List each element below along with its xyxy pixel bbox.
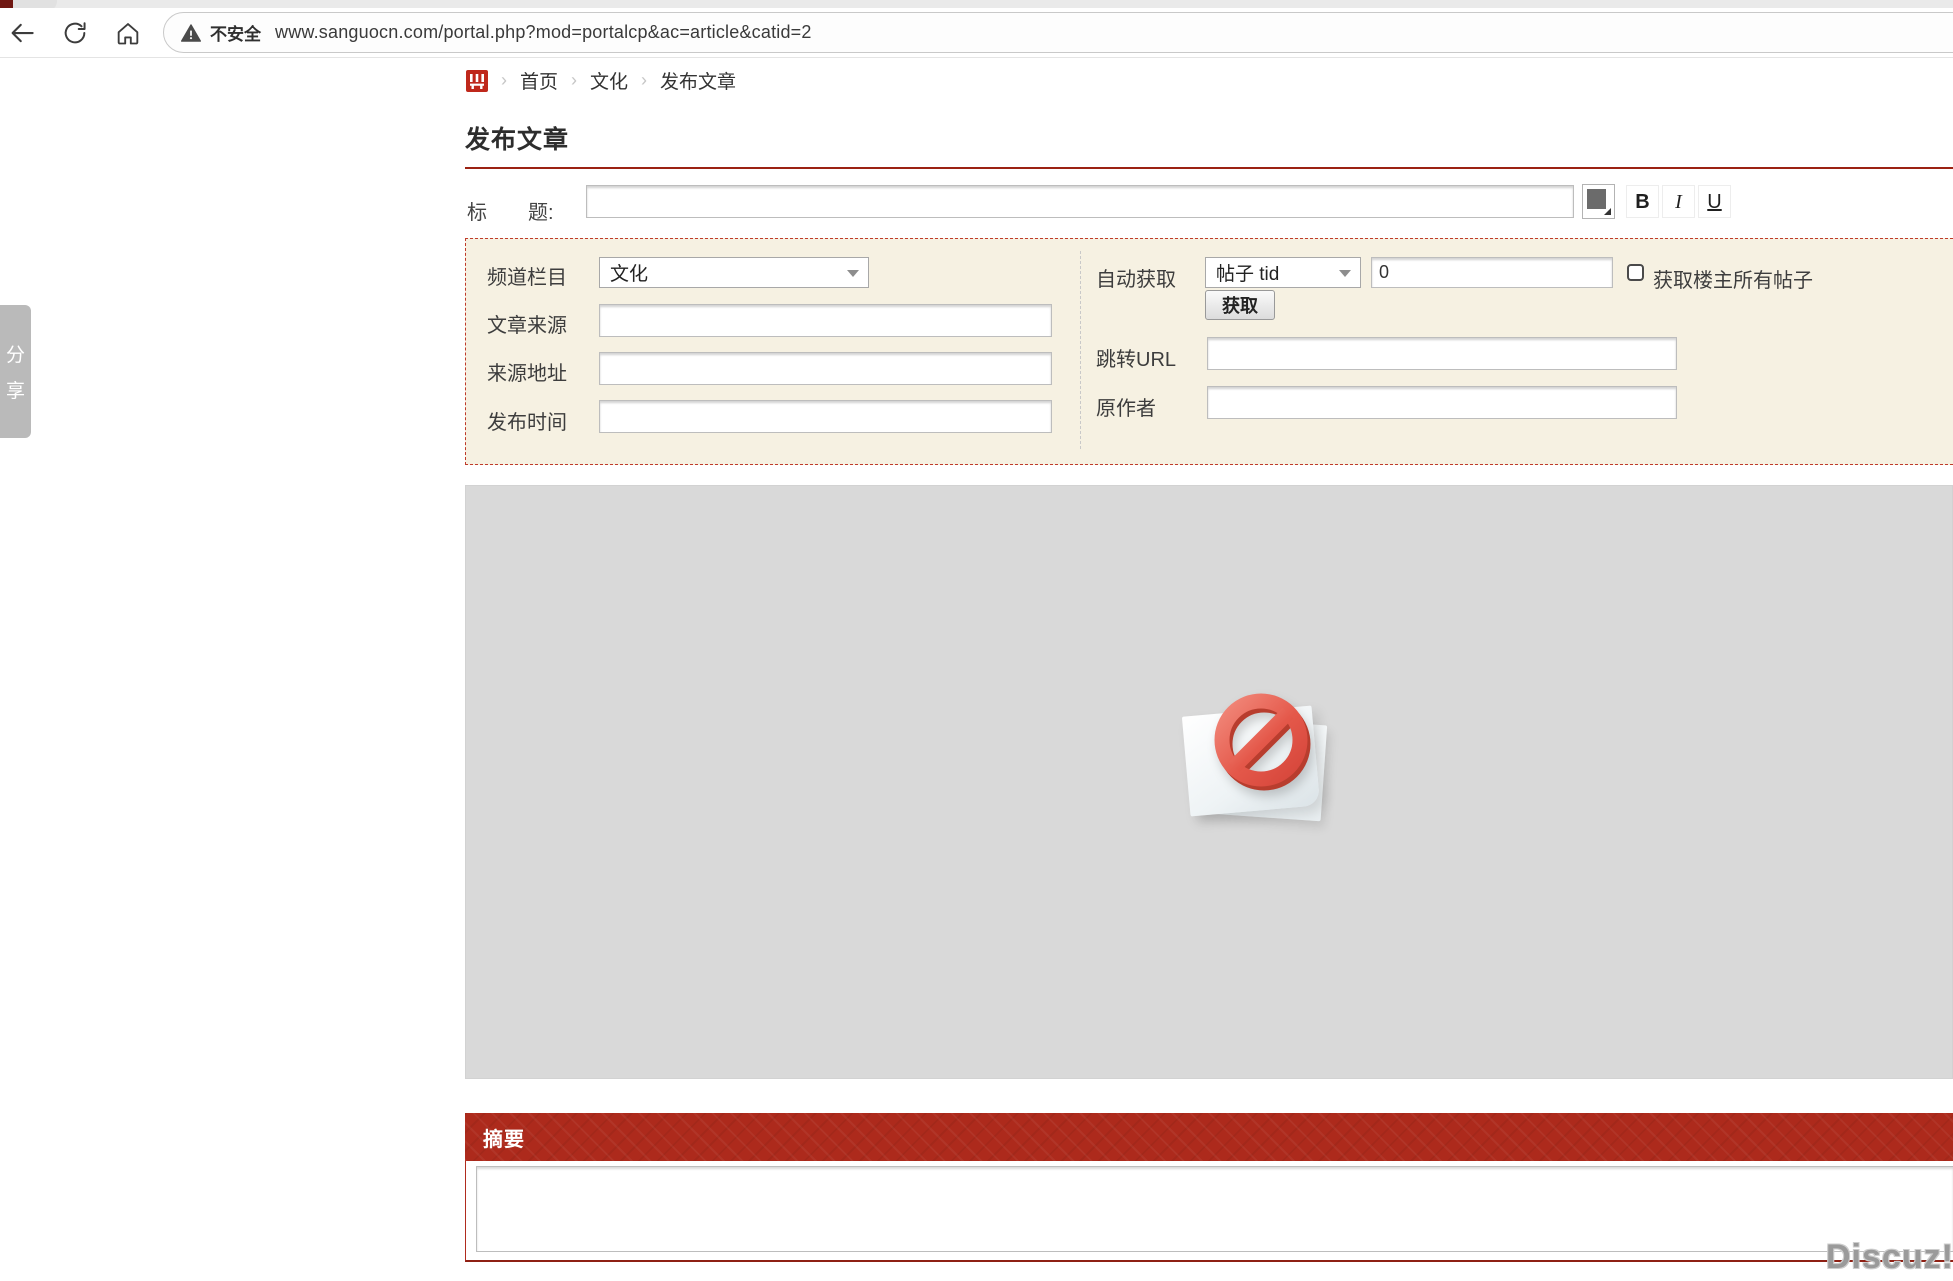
home-icon [114, 19, 142, 47]
redirect-url-label: 跳转URL [1096, 343, 1176, 372]
source-url-label: 来源地址 [487, 357, 567, 386]
summary-body [465, 1161, 1953, 1262]
breadcrumb-separator: › [571, 70, 577, 91]
share-tab-char: 享 [6, 376, 25, 403]
channel-label: 频道栏目 [487, 261, 567, 290]
article-meta-panel: 频道栏目 文化 文章来源 来源地址 发布时间 自动获取 帖子 tid 获取楼主所… [465, 238, 1953, 465]
breadcrumb-separator: › [501, 70, 507, 91]
auto-fetch-label: 自动获取 [1096, 263, 1176, 292]
security-label: 不安全 [210, 20, 261, 45]
refresh-icon [61, 19, 89, 47]
browser-window: 不安全 www.sanguocn.com/portal.php?mod=port… [0, 0, 1953, 1281]
breadcrumb-item-current: 发布文章 [660, 67, 736, 94]
summary-title: 摘要 [483, 1123, 525, 1152]
share-side-tab[interactable]: 分 享 [0, 305, 31, 438]
browser-tab-strip [0, 0, 1953, 8]
breadcrumb-item-home[interactable]: 首页 [520, 67, 558, 94]
fetch-all-posts-label: 获取楼主所有帖子 [1653, 264, 1813, 293]
breadcrumb: › 首页 › 文化 › 发布文章 [466, 67, 736, 94]
title-field-label: 题: [528, 196, 554, 225]
refresh-button[interactable] [59, 17, 91, 49]
editor-area[interactable] [465, 485, 1953, 1079]
breadcrumb-separator: › [641, 70, 647, 91]
source-label: 文章来源 [487, 309, 567, 338]
fetch-type-value: 帖子 tid [1216, 259, 1279, 286]
chevron-down-icon [1339, 270, 1351, 277]
publish-time-label: 发布时间 [487, 406, 567, 435]
security-warning-icon[interactable] [180, 22, 202, 44]
dropdown-corner-icon [1604, 208, 1611, 215]
page-content: 分 享 › 首页 › 文化 › 发布文章 发布文章 标 题: B I U [0, 58, 1953, 1281]
discuz-watermark: Discuz! [1826, 1238, 1953, 1277]
underline-button[interactable]: U [1698, 185, 1731, 218]
blocked-plugin-placeholder [1184, 691, 1346, 823]
address-bar[interactable]: 不安全 www.sanguocn.com/portal.php?mod=port… [163, 12, 1953, 53]
channel-select-value: 文化 [610, 259, 648, 286]
home-button[interactable] [112, 17, 144, 49]
url-text: www.sanguocn.com/portal.php?mod=portalcp… [275, 22, 812, 43]
title-field-label: 标 [467, 196, 487, 225]
site-logo-icon[interactable] [466, 70, 488, 92]
back-button[interactable] [6, 17, 38, 49]
fetch-type-select[interactable]: 帖子 tid [1205, 257, 1361, 288]
article-title-input[interactable] [586, 185, 1574, 218]
publish-time-input[interactable] [599, 400, 1052, 433]
italic-button[interactable]: I [1662, 185, 1695, 218]
column-divider [1080, 251, 1081, 449]
fetch-button[interactable]: 获取 [1205, 290, 1275, 320]
title-divider [465, 167, 1953, 169]
font-color-button[interactable] [1582, 184, 1615, 219]
chevron-down-icon [847, 270, 859, 277]
summary-header: 摘要 [465, 1113, 1953, 1161]
source-url-input[interactable] [599, 352, 1052, 385]
bold-button[interactable]: B [1626, 185, 1659, 218]
channel-select[interactable]: 文化 [599, 257, 869, 288]
arrow-left-icon [7, 18, 37, 48]
page-title: 发布文章 [465, 120, 569, 156]
original-author-label: 原作者 [1096, 392, 1156, 421]
tid-input[interactable] [1371, 257, 1613, 288]
source-input[interactable] [599, 304, 1052, 337]
browser-toolbar: 不安全 www.sanguocn.com/portal.php?mod=port… [0, 8, 1953, 58]
prohibition-icon [1208, 687, 1320, 799]
color-swatch-icon [1587, 189, 1606, 209]
breadcrumb-item-category[interactable]: 文化 [590, 67, 628, 94]
summary-textarea[interactable] [476, 1166, 1953, 1252]
original-author-input[interactable] [1207, 386, 1677, 419]
fetch-all-posts-checkbox[interactable] [1627, 264, 1644, 281]
share-tab-char: 分 [6, 340, 25, 367]
redirect-url-input[interactable] [1207, 337, 1677, 370]
